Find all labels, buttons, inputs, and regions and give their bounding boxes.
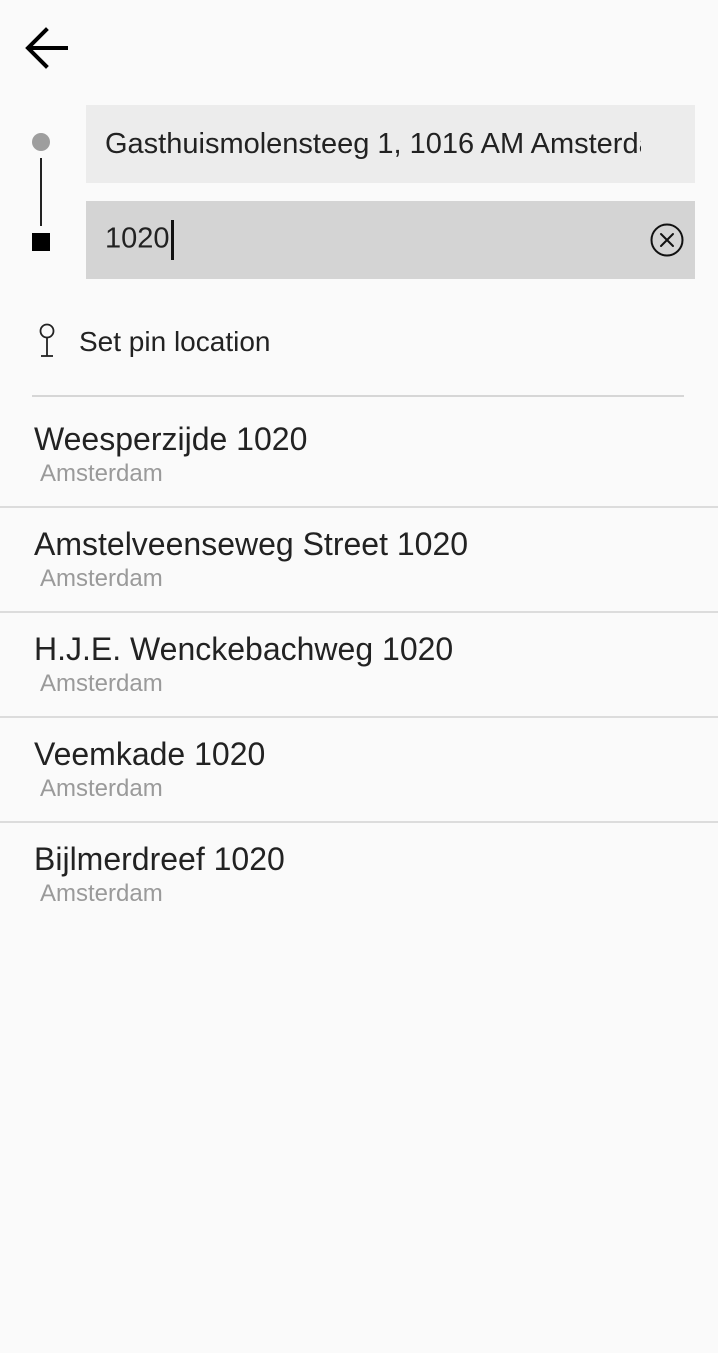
result-item[interactable]: Veemkade 1020 Amsterdam [0,718,718,823]
result-title: Bijlmerdreef 1020 [34,841,285,877]
pickup-field[interactable]: Gasthuismolensteeg 1, 1016 AM Amsterdam [86,105,695,183]
set-pin-location-label: Set pin location [79,326,271,357]
clear-destination-button[interactable] [650,223,684,257]
arrow-left-icon [25,27,68,69]
search-results-list: Weesperzijde 1020 Amsterdam Amstelveense… [0,403,718,928]
destination-text: 1020 [105,222,170,255]
result-subtitle: Amsterdam [40,670,163,697]
pickup-marker-icon [32,133,50,151]
result-title: Veemkade 1020 [34,736,266,772]
destination-value: 1020 [105,220,174,260]
pickup-value: Gasthuismolensteeg 1, 1016 AM Amsterdam [105,127,641,160]
divider [32,395,684,397]
result-item[interactable]: H.J.E. Wenckebachweg 1020 Amsterdam [0,613,718,718]
destination-marker-icon [32,233,50,251]
result-subtitle: Amsterdam [40,775,163,802]
result-item[interactable]: Bijlmerdreef 1020 Amsterdam [0,823,718,928]
set-pin-location-button[interactable]: Set pin location [34,318,684,366]
route-indicator [31,132,51,254]
result-subtitle: Amsterdam [40,880,163,907]
result-subtitle: Amsterdam [40,565,163,592]
result-item[interactable]: Weesperzijde 1020 Amsterdam [0,403,718,508]
back-button[interactable] [20,22,76,74]
result-item[interactable]: Amstelveenseweg Street 1020 Amsterdam [0,508,718,613]
result-title: Amstelveenseweg Street 1020 [34,526,469,562]
route-connector-line [40,158,42,226]
map-pin-icon [39,323,55,357]
text-cursor [170,220,174,260]
result-subtitle: Amsterdam [40,460,163,487]
result-title: H.J.E. Wenckebachweg 1020 [34,631,454,667]
circle-x-icon [650,223,684,257]
result-title: Weesperzijde 1020 [34,421,308,457]
destination-field[interactable]: 1020 [86,201,695,279]
